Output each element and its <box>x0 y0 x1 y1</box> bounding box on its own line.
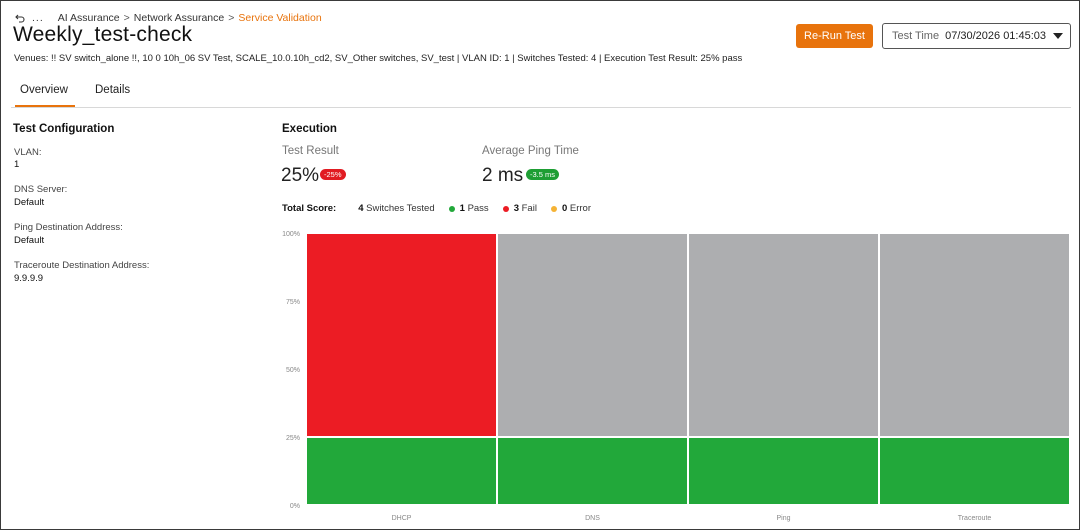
y-tick-label: 100% <box>282 231 300 238</box>
bar-segment-other <box>496 232 689 438</box>
vlan-value: 1 <box>14 159 20 170</box>
error-count: 0 <box>561 203 568 214</box>
bar-segment-fail <box>305 232 498 438</box>
x-tick-label: DNS <box>585 515 600 522</box>
breadcrumb-separator: > <box>228 12 235 24</box>
fail-label: Fail <box>521 203 537 214</box>
rerun-test-button[interactable]: Re-Run Test <box>796 24 873 48</box>
x-tick-label: DHCP <box>392 515 412 522</box>
pass-label: Pass <box>467 203 489 214</box>
y-tick-label: 25% <box>286 435 300 442</box>
bar-segment-pass <box>687 436 880 506</box>
execution-results-chart: 0% 25% 50% 75% 100% DHCP DNS Ping Traceroute <box>282 231 1071 522</box>
execution-heading: Execution <box>282 123 337 135</box>
error-label: Error <box>569 203 591 214</box>
traceroute-destination-value: 9.9.9.9 <box>14 273 44 284</box>
test-result-value: 25% <box>281 165 320 186</box>
error-legend-item: 0 Error <box>550 203 591 214</box>
switches-tested-label: Switches Tested <box>366 203 435 214</box>
caret-down-icon <box>1053 33 1063 39</box>
pass-count: 1 <box>459 203 465 214</box>
tab-overview[interactable]: Overview <box>15 84 75 107</box>
test-time-dropdown[interactable]: Test Time 07/30/2026 01:45:03 <box>882 23 1071 49</box>
tab-bar: Overview Details <box>11 78 1071 108</box>
fail-dot-icon <box>502 205 509 212</box>
bar-segment-pass <box>496 436 689 506</box>
error-dot-icon <box>550 205 557 212</box>
bar-segment-pass <box>305 436 498 506</box>
average-ping-time-label: Average Ping Time <box>482 145 579 157</box>
test-result-delta-badge: -25% <box>320 169 346 180</box>
breadcrumb-item-service-validation[interactable]: Service Validation <box>238 12 321 24</box>
dns-server-label: DNS Server: <box>14 184 68 195</box>
fail-count: 3 <box>513 203 519 214</box>
ping-destination-label: Ping Destination Address: <box>14 222 123 233</box>
page-title: Weekly_test-check <box>13 23 193 46</box>
average-ping-delta-badge: -3.5 ms <box>526 169 560 180</box>
switches-tested-count: 4 <box>358 203 364 214</box>
test-time-label: Test Time <box>892 30 940 42</box>
pass-dot-icon <box>448 205 455 212</box>
y-tick-label: 50% <box>286 367 300 374</box>
x-tick-label: Traceroute <box>958 515 992 522</box>
total-score-row: Total Score: 4 Switches Tested 1 Pass 3 … <box>282 203 591 214</box>
average-ping-time-value: 2 ms <box>482 165 524 186</box>
test-configuration-heading: Test Configuration <box>13 123 115 135</box>
dns-server-value: Default <box>14 197 45 208</box>
tab-details[interactable]: Details <box>91 84 134 107</box>
ping-destination-value: Default <box>14 235 45 246</box>
bar-segment-other <box>687 232 880 438</box>
x-tick-label: Ping <box>776 515 790 522</box>
total-score-label: Total Score: <box>282 203 337 214</box>
bar-segment-other <box>878 232 1071 438</box>
traceroute-destination-label: Traceroute Destination Address: <box>14 260 150 271</box>
y-tick-label: 0% <box>290 503 300 510</box>
vlan-label: VLAN: <box>14 147 42 158</box>
test-time-value: 07/30/2026 01:45:03 <box>945 30 1047 42</box>
pass-legend-item: 1 Pass <box>448 203 489 214</box>
test-result-label: Test Result <box>282 145 339 157</box>
fail-legend-item: 3 Fail <box>502 203 537 214</box>
y-tick-label: 75% <box>286 299 300 306</box>
bar-segment-pass <box>878 436 1071 506</box>
page-subtitle: Venues: !! SV switch_alone !!, 10 0 10h_… <box>14 53 743 64</box>
